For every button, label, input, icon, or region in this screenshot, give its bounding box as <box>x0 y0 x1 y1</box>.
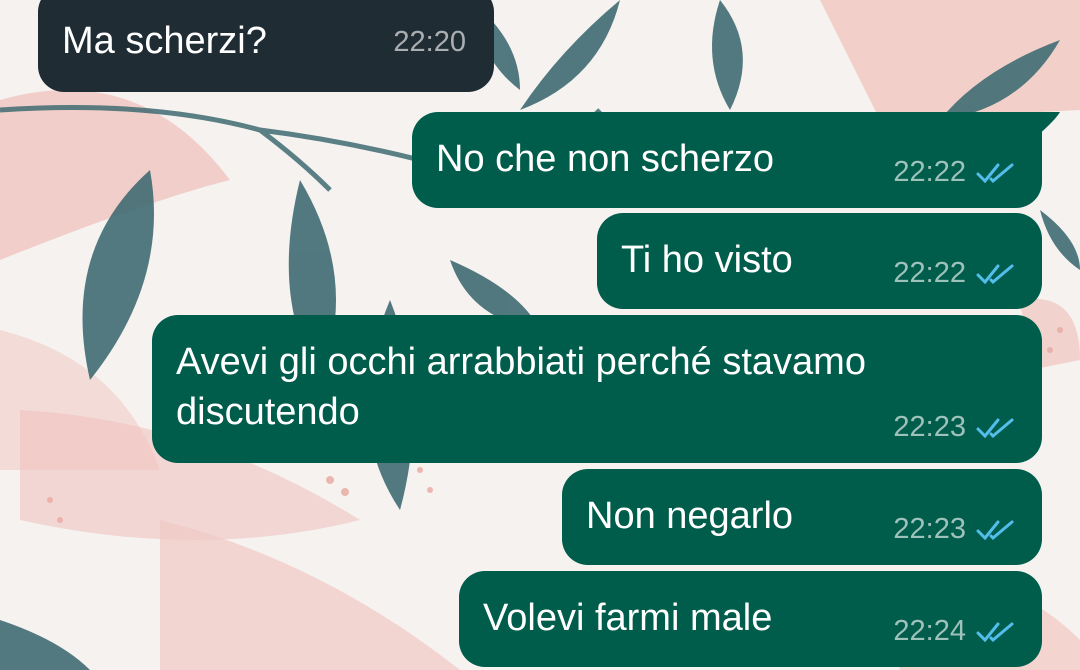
outgoing-message-bubble[interactable]: Non negarlo 22:23 <box>562 469 1042 565</box>
outgoing-message-bubble[interactable]: Volevi farmi male 22:24 <box>459 571 1042 667</box>
message-time: 22:22 <box>893 156 966 188</box>
message-text: Non negarlo <box>586 495 794 537</box>
outgoing-message-bubble[interactable]: No che non scherzo 22:22 <box>412 112 1042 208</box>
message-time: 22:22 <box>893 257 966 289</box>
bubble-tail <box>1030 112 1060 142</box>
message-meta: 22:24 <box>893 615 1018 648</box>
outgoing-message-bubble[interactable]: Ti ho visto 22:22 <box>597 213 1042 309</box>
double-check-read-icon <box>976 418 1014 438</box>
message-text-line-1: Avevi gli occhi arrabbiati perché stavam… <box>176 341 866 383</box>
outgoing-message-bubble[interactable]: Avevi gli occhi arrabbiati perché stavam… <box>152 315 1042 463</box>
message-time: 22:23 <box>893 513 966 545</box>
double-check-read-icon <box>976 520 1014 540</box>
message-meta: 22:22 <box>893 257 1018 290</box>
message-meta: 22:22 <box>893 156 1018 189</box>
message-meta: 22:23 <box>893 411 1018 444</box>
message-time: 22:24 <box>893 615 966 647</box>
message-meta: 22:23 <box>893 513 1018 546</box>
double-check-read-icon <box>976 163 1014 183</box>
message-text: Ti ho visto <box>621 239 793 281</box>
double-check-read-icon <box>976 264 1014 284</box>
message-time: 22:23 <box>893 411 966 443</box>
message-text: No che non scherzo <box>436 138 774 180</box>
message-text-line-2: discutendo <box>176 391 360 433</box>
incoming-message-bubble[interactable]: Ma scherzi? 22:20 <box>38 0 494 92</box>
message-text: Volevi farmi male <box>483 597 773 639</box>
message-meta: 22:20 <box>393 26 466 59</box>
message-text: Ma scherzi? <box>62 20 267 62</box>
message-time: 22:20 <box>393 26 466 58</box>
double-check-read-icon <box>976 622 1014 642</box>
